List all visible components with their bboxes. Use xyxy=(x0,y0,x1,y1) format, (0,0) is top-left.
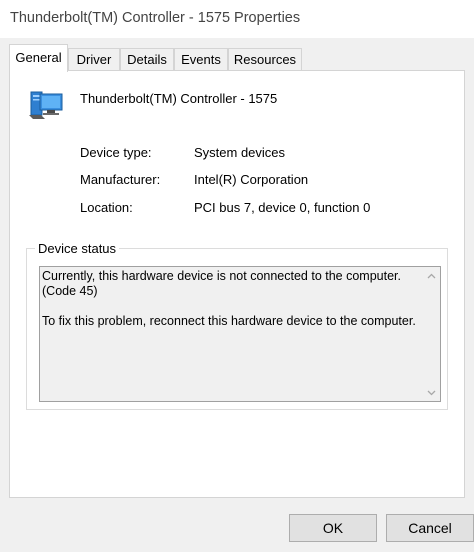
tab-general[interactable]: General xyxy=(9,44,68,72)
general-tab-panel: Thunderbolt(TM) Controller - 1575 Device… xyxy=(9,70,465,498)
tab-details[interactable]: Details xyxy=(120,48,174,71)
ok-button[interactable]: OK xyxy=(289,514,377,542)
manufacturer-label: Manufacturer: xyxy=(80,172,161,187)
device-status-textbox[interactable]: Currently, this hardware device is not c… xyxy=(39,266,441,402)
manufacturer-value: Intel(R) Corporation xyxy=(194,172,309,187)
device-status-legend: Device status xyxy=(35,241,120,256)
title-bar: Thunderbolt(TM) Controller - 1575 Proper… xyxy=(0,0,474,38)
cancel-button[interactable]: Cancel xyxy=(386,514,474,542)
device-status-text: Currently, this hardware device is not c… xyxy=(42,269,420,344)
chevron-up-icon[interactable] xyxy=(423,267,440,284)
system-device-icon xyxy=(27,88,67,123)
device-name: Thunderbolt(TM) Controller - 1575 xyxy=(80,91,278,106)
location-label: Location: xyxy=(80,200,133,215)
tab-strip: General Driver Details Events Resources xyxy=(0,38,474,72)
window-title: Thunderbolt(TM) Controller - 1575 Proper… xyxy=(10,10,301,26)
chevron-down-icon[interactable] xyxy=(423,384,440,401)
tab-resources[interactable]: Resources xyxy=(228,48,302,71)
status-scrollbar[interactable] xyxy=(423,267,440,401)
device-type-label: Device type: xyxy=(80,145,152,160)
device-status-group: Device status Currently, this hardware d… xyxy=(26,241,448,410)
tab-events[interactable]: Events xyxy=(174,48,228,71)
status-instruction: To fix this problem, reconnect this hard… xyxy=(42,314,416,328)
location-value: PCI bus 7, device 0, function 0 xyxy=(194,200,371,215)
device-type-value: System devices xyxy=(194,145,286,160)
status-message: Currently, this hardware device is not c… xyxy=(42,269,401,298)
tab-driver[interactable]: Driver xyxy=(68,48,120,71)
